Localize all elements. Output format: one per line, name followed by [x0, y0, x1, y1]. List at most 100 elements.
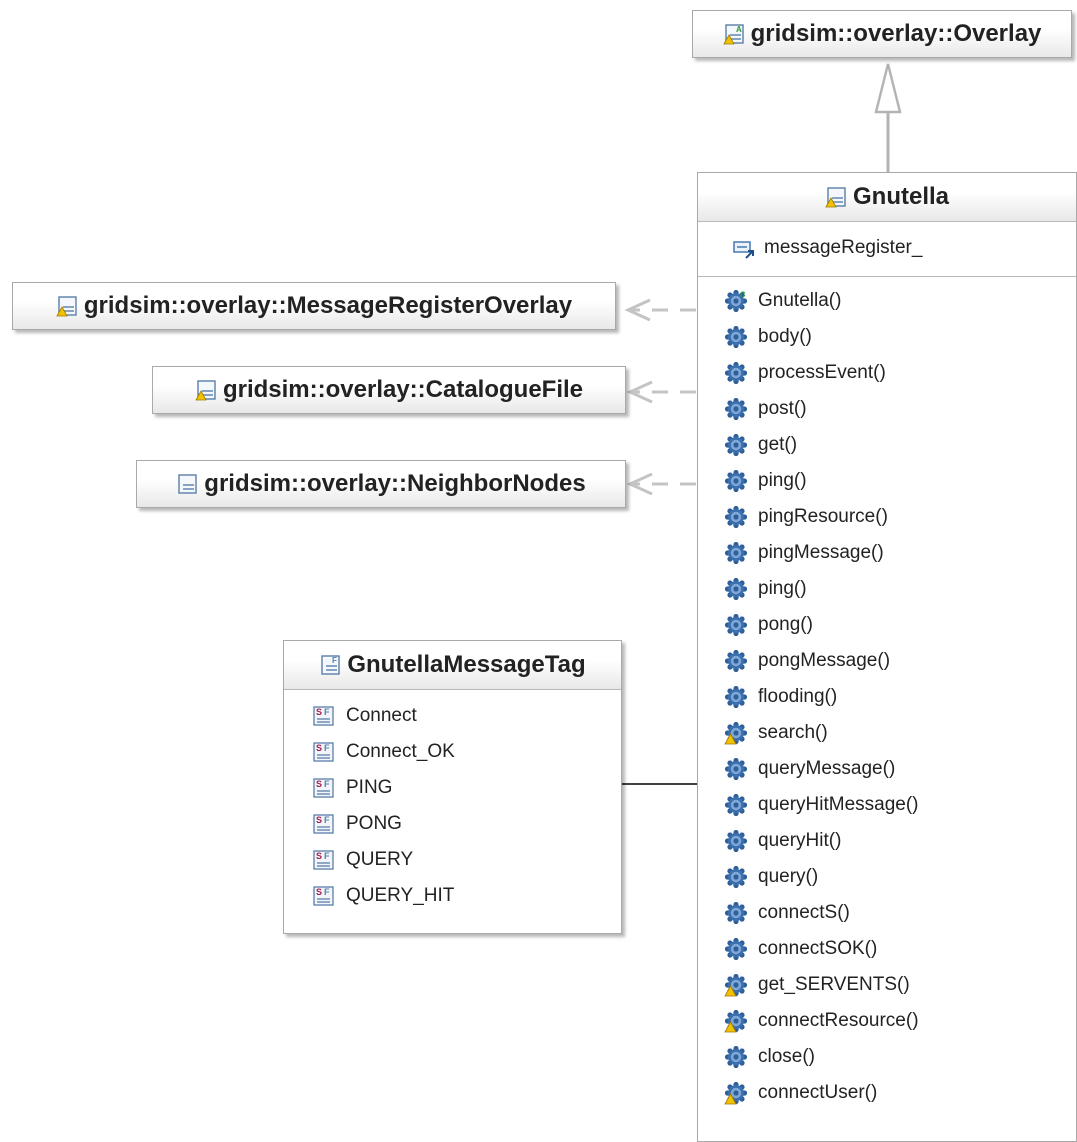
method-row[interactable]: ping()	[724, 571, 1076, 607]
method-icon	[724, 325, 748, 349]
class-messageregisteroverlay[interactable]: gridsim::overlay::MessageRegisterOverlay	[12, 282, 616, 330]
method-icon	[724, 865, 748, 889]
method-name: flooding()	[758, 686, 838, 707]
method-icon	[724, 793, 748, 817]
method-row[interactable]: search()	[724, 715, 1076, 751]
constant-row[interactable]: S F QUERY	[312, 842, 621, 878]
fields-section: messageRegister_	[698, 222, 1076, 277]
static-final-field-icon: S F	[313, 886, 334, 906]
method-row[interactable]: query()	[724, 859, 1076, 895]
method-name: connectS()	[758, 902, 850, 923]
method-row[interactable]: body()	[724, 319, 1076, 355]
constructor-icon: c	[724, 289, 748, 313]
package-method-icon	[724, 1081, 748, 1105]
method-icon	[724, 901, 748, 925]
class-gnutellamessagetag-name: GnutellaMessageTag	[347, 651, 586, 678]
constant-row[interactable]: S F PING	[312, 770, 621, 806]
method-row[interactable]: connectUser()	[724, 1075, 1076, 1111]
svg-text:F: F	[324, 887, 330, 897]
svg-text:c: c	[740, 289, 746, 300]
svg-text:F: F	[324, 851, 330, 861]
method-row[interactable]: pong()	[724, 607, 1076, 643]
method-row[interactable]: c Gnutella()	[724, 283, 1076, 319]
method-name: body()	[758, 326, 812, 347]
svg-text:F: F	[332, 656, 337, 665]
svg-text:S: S	[316, 887, 322, 897]
method-row[interactable]: processEvent()	[724, 355, 1076, 391]
method-name: query()	[758, 866, 819, 887]
method-name: close()	[758, 1046, 816, 1067]
public-class-icon	[178, 474, 197, 494]
class-icon	[56, 296, 77, 317]
method-row[interactable]: get()	[724, 427, 1076, 463]
constant-name: QUERY	[346, 849, 414, 870]
static-final-field-icon: S F	[313, 742, 334, 762]
package-method-icon	[724, 1009, 748, 1033]
svg-text:F: F	[324, 779, 330, 789]
static-final-field-icon: S F	[313, 706, 334, 726]
class-neighbornodes[interactable]: gridsim::overlay::NeighborNodes	[136, 460, 626, 508]
method-name: get()	[758, 434, 798, 455]
class-gnutellamessagetag[interactable]: F GnutellaMessageTag S F Connect S F Conne…	[283, 640, 622, 934]
method-row[interactable]: close()	[724, 1039, 1076, 1075]
constant-name: PONG	[346, 813, 402, 834]
method-row[interactable]: connectS()	[724, 895, 1076, 931]
methods-section: c Gnutella() body() processEvent() post() get…	[698, 277, 1076, 1111]
method-icon	[724, 541, 748, 565]
dependency-arrowhead-neighbornodes	[626, 472, 653, 496]
constant-row[interactable]: S F Connect_OK	[312, 734, 621, 770]
method-icon	[724, 613, 748, 637]
svg-text:S: S	[316, 815, 322, 825]
inheritance-arrowhead	[874, 63, 902, 114]
class-gnutella[interactable]: Gnutella messageRegister_ c Gnutella() bod…	[697, 172, 1077, 1142]
static-final-field-icon: S F	[313, 814, 334, 834]
constant-name: Connect_OK	[346, 741, 455, 762]
method-icon	[724, 505, 748, 529]
package-method-icon	[724, 721, 748, 745]
constant-row[interactable]: S F Connect	[312, 698, 621, 734]
method-name: get_SERVENTS()	[758, 974, 910, 995]
superclass-overlay[interactable]: A gridsim::overlay::Overlay	[692, 10, 1072, 58]
class-cataloguefile[interactable]: gridsim::overlay::CatalogueFile	[152, 366, 626, 414]
static-final-field-icon: S F	[313, 850, 334, 870]
static-final-field-icon: S F	[313, 778, 334, 798]
method-row[interactable]: ping()	[724, 463, 1076, 499]
method-row[interactable]: connectSOK()	[724, 931, 1076, 967]
dependency-arrowhead-cataloguefile	[626, 380, 653, 404]
method-name: connectResource()	[758, 1010, 919, 1031]
method-row[interactable]: flooding()	[724, 679, 1076, 715]
method-icon	[724, 433, 748, 457]
class-gnutellamessagetag-header: F GnutellaMessageTag	[284, 641, 621, 690]
method-row[interactable]: connectResource()	[724, 1003, 1076, 1039]
method-name: connectSOK()	[758, 938, 878, 959]
method-row[interactable]: post()	[724, 391, 1076, 427]
method-icon	[724, 757, 748, 781]
svg-text:S: S	[316, 707, 322, 717]
svg-text:F: F	[324, 707, 330, 717]
method-row[interactable]: queryHit()	[724, 823, 1076, 859]
svg-text:S: S	[316, 743, 322, 753]
class-gnutella-name: Gnutella	[852, 183, 949, 210]
constants-section: S F Connect S F Connect_OK S F PING S F PONG…	[284, 690, 621, 914]
method-row[interactable]: pongMessage()	[724, 643, 1076, 679]
constant-row[interactable]: S F QUERY_HIT	[312, 878, 621, 914]
method-icon	[724, 469, 748, 493]
class-cataloguefile-name: gridsim::overlay::CatalogueFile	[222, 376, 584, 403]
method-icon	[724, 361, 748, 385]
package-method-icon	[724, 973, 748, 997]
method-row[interactable]: queryMessage()	[724, 751, 1076, 787]
method-name: Gnutella()	[758, 290, 842, 311]
method-row[interactable]: get_SERVENTS()	[724, 967, 1076, 1003]
method-row[interactable]: pingResource()	[724, 499, 1076, 535]
method-icon	[724, 397, 748, 421]
method-row[interactable]: pingMessage()	[724, 535, 1076, 571]
constant-row[interactable]: S F PONG	[312, 806, 621, 842]
method-name: post()	[758, 398, 807, 419]
method-row[interactable]: queryHitMessage()	[724, 787, 1076, 823]
constant-name: QUERY_HIT	[346, 885, 455, 906]
svg-text:F: F	[324, 743, 330, 753]
method-name: search()	[758, 722, 828, 743]
method-icon	[724, 1045, 748, 1069]
method-icon	[724, 937, 748, 961]
field-row[interactable]: messageRegister_	[732, 230, 1076, 266]
